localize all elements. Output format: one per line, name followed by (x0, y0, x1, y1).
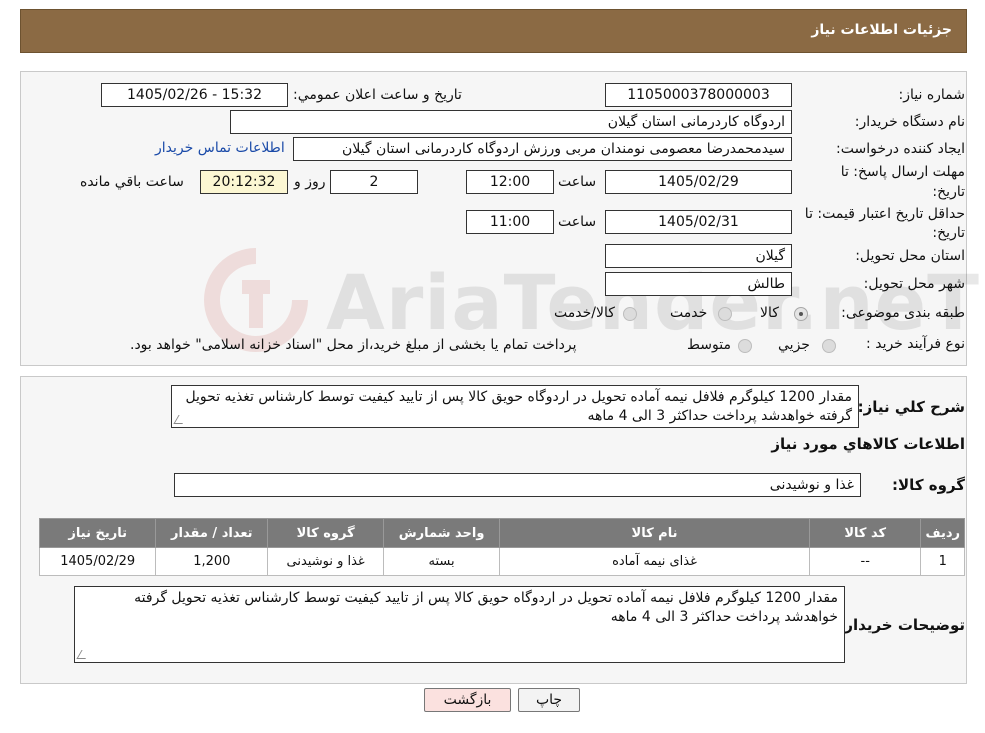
validity-label: حداقل تاریخ اعتبار قیمت: تا (804, 206, 965, 222)
summary-textarea[interactable]: مقدار 1200 کیلوگرم فلافل نیمه آماده تحوی… (171, 385, 859, 428)
deadline-label: مهلت ارسال پاسخ: تا (840, 164, 965, 180)
cell-date: 1405/02/29 (38, 547, 157, 576)
cell-code: -- (808, 547, 922, 576)
cell-unit: بسته (383, 547, 501, 576)
process-option-medium: متوسط (687, 337, 731, 353)
deadline-time-label: ساعت (558, 174, 597, 190)
city-label: شهر محل تحویل: (863, 276, 965, 292)
need-number-field: 1105000378000003 (605, 83, 792, 107)
validity-label-date: تاریخ: (932, 225, 965, 241)
announce-label: تاریخ و ساعت اعلان عمومي: (293, 87, 462, 103)
summary-text: مقدار 1200 کیلوگرم فلافل نیمه آماده تحوی… (185, 389, 852, 424)
process-radio-minor[interactable] (822, 339, 836, 353)
col-code: کد کالا (808, 518, 922, 548)
creator-field: سیدمحمدرضا معصومی نومندان مربی ورزش اردو… (293, 137, 792, 161)
buyer-notes-textarea[interactable]: مقدار 1200 کیلوگرم فلافل نیمه آماده تحوی… (74, 586, 845, 663)
deadline-time-field: 12:00 (466, 170, 554, 194)
buyer-notes-text: مقدار 1200 کیلوگرم فلافل نیمه آماده تحوی… (134, 590, 838, 625)
col-group: گروه کالا (267, 518, 385, 548)
col-qty: تعداد / مقدار (155, 518, 269, 548)
category-option-goods-service: کالا/خدمت (554, 305, 615, 321)
goods-group-field: غذا و نوشیدنی (174, 473, 861, 497)
province-field: گیلان (605, 244, 792, 268)
table-row: 1 -- غذای نیمه آماده بسته غذا و نوشیدنی … (38, 547, 965, 576)
remaining-label: ساعت باقي مانده (80, 174, 184, 190)
days-label: روز و (294, 174, 326, 190)
announce-field: 1405/02/26 - 15:32 (101, 83, 288, 107)
goods-group-label: گروه کالا: (892, 476, 965, 494)
category-label: طبقه بندی موضوعی: (841, 305, 965, 321)
buyer-contact-link[interactable]: اطلاعات تماس خریدار (155, 140, 285, 156)
category-radio-goods-service[interactable] (623, 307, 637, 321)
days-field: 2 (330, 170, 418, 194)
validity-time-field: 11:00 (466, 210, 554, 234)
cell-row: 1 (920, 547, 965, 576)
need-number-label: شماره نیاز: (898, 87, 966, 103)
cell-name: غذای نیمه آماده (499, 547, 810, 576)
city-field: طالش (605, 272, 792, 296)
back-button[interactable]: بازگشت (424, 688, 511, 712)
process-note: پرداخت تمام یا بخشی از مبلغ خرید،از محل … (130, 337, 577, 353)
col-name: نام کالا (499, 518, 810, 548)
buyer-notes-label: توضیحات خریدار: (838, 616, 965, 634)
page-header: جزئیات اطلاعات نیاز (20, 9, 967, 53)
deadline-label-date: تاریخ: (932, 184, 965, 200)
validity-date-field: 1405/02/31 (605, 210, 792, 234)
resize-grip-icon[interactable] (173, 415, 188, 424)
creator-label: ایجاد کننده درخواست: (836, 141, 965, 157)
goods-section-title: اطلاعات کالاهاي مورد نياز (771, 435, 965, 453)
process-label: نوع فرآیند خرید : (866, 336, 965, 352)
process-radio-medium[interactable] (738, 339, 752, 353)
validity-time-label: ساعت (558, 214, 597, 230)
cell-qty: 1,200 (155, 547, 269, 576)
process-option-minor: جزیي (778, 337, 810, 353)
buyer-org-field: اردوگاه کاردرمانی استان گیلان (230, 110, 792, 134)
col-row: رديف (920, 518, 965, 548)
buyer-org-label: نام دستگاه خریدار: (854, 114, 965, 130)
category-option-goods: کالا (760, 305, 779, 321)
page-title: جزئیات اطلاعات نیاز (811, 22, 952, 38)
print-button[interactable]: چاپ (518, 688, 580, 712)
province-label: استان محل تحویل: (855, 248, 965, 264)
category-option-service: خدمت (670, 305, 708, 321)
remaining-time-field: 20:12:32 (200, 170, 288, 194)
category-radio-goods[interactable] (794, 307, 808, 321)
col-date: تاريخ نياز (38, 518, 157, 548)
goods-table: رديف کد کالا نام کالا واحد شمارش گروه کا… (38, 518, 965, 576)
col-unit: واحد شمارش (383, 518, 501, 548)
goods-table-header: رديف کد کالا نام کالا واحد شمارش گروه کا… (38, 518, 965, 548)
cell-group: غذا و نوشیدنی (267, 547, 385, 576)
category-radio-service[interactable] (718, 307, 732, 321)
resize-grip-icon[interactable] (76, 650, 91, 659)
summary-label: شرح کلي نياز: (857, 398, 965, 416)
deadline-date-field: 1405/02/29 (605, 170, 792, 194)
